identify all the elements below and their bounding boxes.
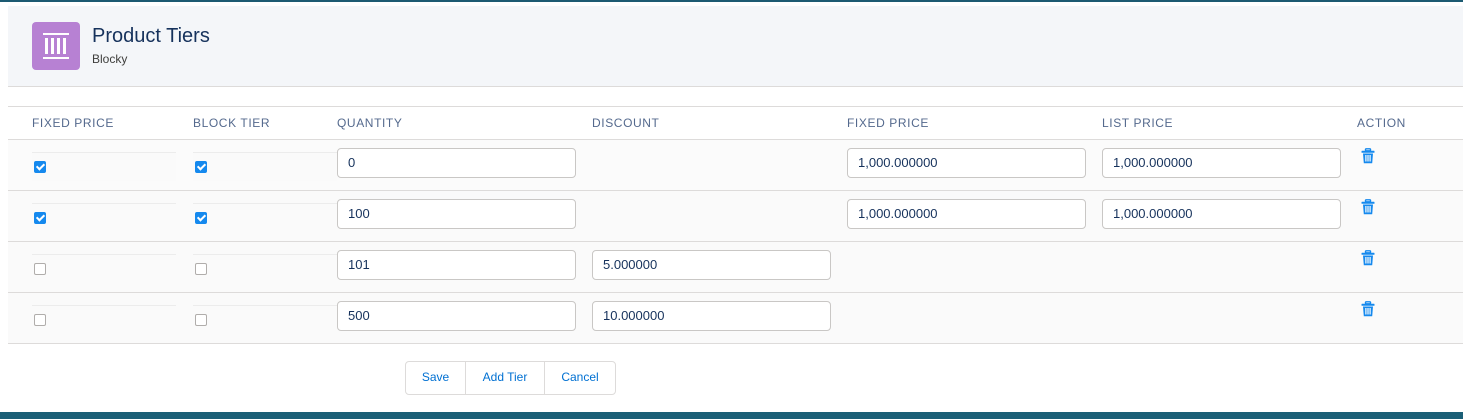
trash-icon[interactable] <box>1361 250 1375 266</box>
column-header-discount: DISCOUNT <box>592 116 660 130</box>
fixed-price-checkbox[interactable] <box>34 161 46 173</box>
cancel-button[interactable]: Cancel <box>545 362 615 394</box>
quantity-input[interactable]: 100 <box>337 199 576 229</box>
footer-bar <box>0 412 1463 419</box>
block-tier-cell <box>193 254 337 283</box>
block-tier-cell <box>193 152 337 181</box>
fixed-price-checkbox[interactable] <box>34 314 46 326</box>
column-header-fixed-price: FIXED PRICE <box>847 116 929 130</box>
fixed-price-cell <box>32 203 176 232</box>
discount-input[interactable]: 5.000000 <box>592 250 831 280</box>
tiers-table: FIXED PRICE BLOCK TIER QUANTITY DISCOUNT… <box>8 106 1463 344</box>
add-tier-button[interactable]: Add Tier <box>466 362 545 394</box>
product-tiers-icon <box>32 22 80 70</box>
table-row: 500 10.000000 <box>8 293 1463 344</box>
quantity-input[interactable]: 101 <box>337 250 576 280</box>
list-price-input[interactable]: 1,000.000000 <box>1102 148 1341 178</box>
trash-icon[interactable] <box>1361 148 1375 164</box>
table-row: 100 1,000.000000 1,000.000000 <box>8 191 1463 242</box>
block-tier-cell <box>193 203 337 232</box>
page-header: Product Tiers Blocky <box>8 6 1463 87</box>
table-row: 101 5.000000 <box>8 242 1463 293</box>
block-tier-checkbox[interactable] <box>195 263 207 275</box>
save-button[interactable]: Save <box>406 362 466 394</box>
quantity-input[interactable]: 0 <box>337 148 576 178</box>
block-tier-checkbox[interactable] <box>195 212 207 224</box>
trash-icon[interactable] <box>1361 199 1375 215</box>
table-row: 0 1,000.000000 1,000.000000 <box>8 140 1463 191</box>
column-header-action: ACTION <box>1357 116 1406 130</box>
column-header-fixed-price-checkbox: FIXED PRICE <box>32 116 114 130</box>
fixed-price-cell <box>32 254 176 283</box>
trash-icon[interactable] <box>1361 301 1375 317</box>
quantity-input[interactable]: 500 <box>337 301 576 331</box>
fixed-price-input[interactable]: 1,000.000000 <box>847 199 1086 229</box>
block-tier-cell <box>193 305 337 334</box>
top-border <box>0 0 1463 2</box>
fixed-price-checkbox[interactable] <box>34 212 46 224</box>
block-tier-checkbox[interactable] <box>195 161 207 173</box>
fixed-price-checkbox[interactable] <box>34 263 46 275</box>
column-header-quantity: QUANTITY <box>337 116 403 130</box>
fixed-price-cell <box>32 152 176 181</box>
page-subtitle: Blocky <box>92 52 128 66</box>
form-button-group: Save Add Tier Cancel <box>405 361 616 395</box>
page-title: Product Tiers <box>92 25 210 47</box>
block-tier-checkbox[interactable] <box>195 314 207 326</box>
table-header-row: FIXED PRICE BLOCK TIER QUANTITY DISCOUNT… <box>8 106 1463 140</box>
fixed-price-cell <box>32 305 176 334</box>
list-price-input[interactable]: 1,000.000000 <box>1102 199 1341 229</box>
column-header-block-tier: BLOCK TIER <box>193 116 271 130</box>
discount-input[interactable]: 10.000000 <box>592 301 831 331</box>
column-header-list-price: LIST PRICE <box>1102 116 1174 130</box>
fixed-price-input[interactable]: 1,000.000000 <box>847 148 1086 178</box>
